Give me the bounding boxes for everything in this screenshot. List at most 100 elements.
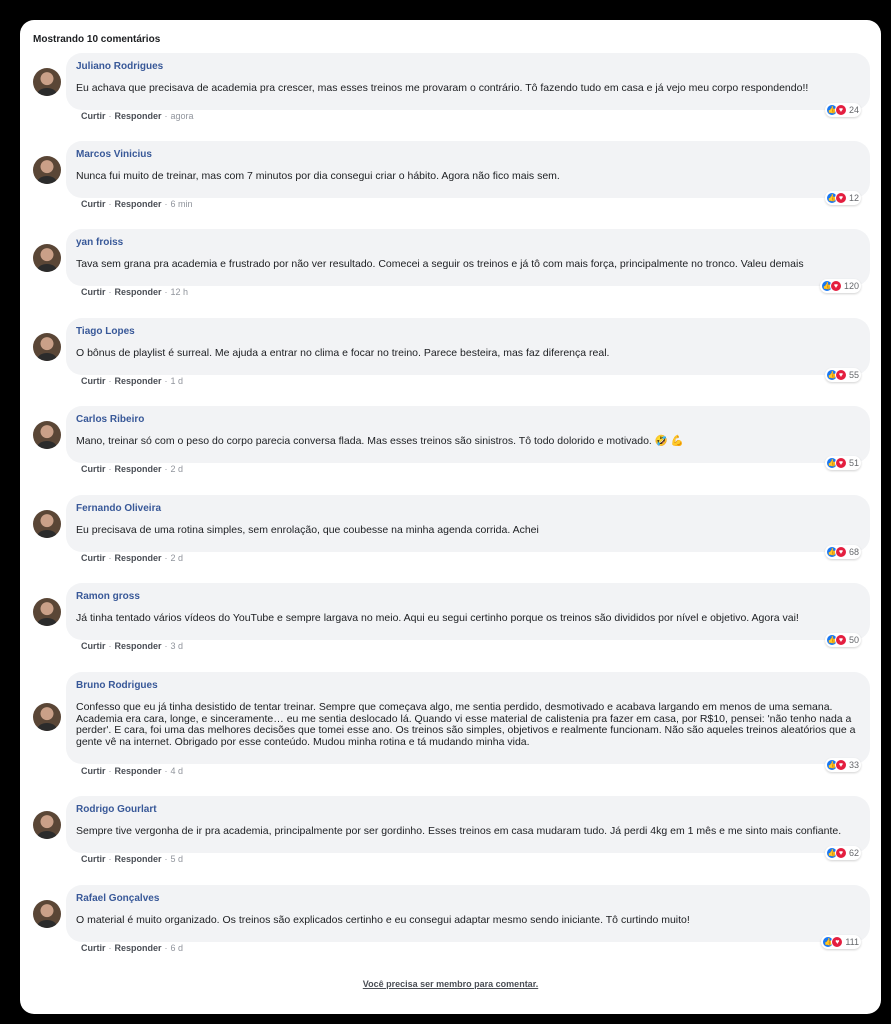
reply-button[interactable]: Responder <box>115 854 162 864</box>
reply-button[interactable]: Responder <box>115 553 162 563</box>
comment-actions: Curtir · Responder · 2 d <box>81 464 183 475</box>
comment-item: Rafael Gonçalves O material é muito orga… <box>20 883 881 972</box>
reactions-summary[interactable]: 👍 ♥ 68 <box>824 545 861 559</box>
avatar[interactable] <box>33 421 61 449</box>
love-icon: ♥ <box>829 280 842 292</box>
comment-author[interactable]: Marcos Vinicius <box>76 149 860 161</box>
comment-timestamp[interactable]: 12 h <box>171 287 189 297</box>
reactions-summary[interactable]: 👍 ♥ 50 <box>824 633 861 647</box>
comment-author[interactable]: Juliano Rodrigues <box>76 61 860 73</box>
reactions-summary[interactable]: 👍 ♥ 120 <box>819 279 861 293</box>
comment-timestamp[interactable]: 6 d <box>171 943 184 953</box>
reply-button[interactable]: Responder <box>115 287 162 297</box>
separator: · <box>164 199 168 209</box>
avatar[interactable] <box>33 333 61 361</box>
reaction-count: 33 <box>848 760 859 770</box>
separator: · <box>108 943 112 953</box>
love-icon: ♥ <box>834 634 847 646</box>
comment-text: Já tinha tentado vários vídeos do YouTub… <box>76 612 799 624</box>
reply-button[interactable]: Responder <box>115 943 162 953</box>
comment-bubble: Bruno Rodrigues Confesso que eu já tinha… <box>66 672 870 764</box>
comment-author[interactable]: Rodrigo Gourlart <box>76 804 860 816</box>
reply-button[interactable]: Responder <box>115 766 162 776</box>
reactions-summary[interactable]: 👍 ♥ 33 <box>824 758 861 772</box>
reply-button[interactable]: Responder <box>115 199 162 209</box>
comment-actions: Curtir · Responder · agora <box>81 111 194 122</box>
like-button[interactable]: Curtir <box>81 641 106 651</box>
reactions-summary[interactable]: 👍 ♥ 24 <box>824 103 861 117</box>
avatar[interactable] <box>33 900 61 928</box>
comment-author[interactable]: Rafael Gonçalves <box>76 893 860 905</box>
love-icon: ♥ <box>834 457 847 469</box>
like-button[interactable]: Curtir <box>81 854 106 864</box>
comment-timestamp[interactable]: 4 d <box>171 766 184 776</box>
reactions-summary[interactable]: 👍 ♥ 62 <box>824 846 861 860</box>
comment-bubble: Carlos Ribeiro Mano, treinar só com o pe… <box>66 406 870 463</box>
comment-timestamp[interactable]: 6 min <box>171 199 193 209</box>
like-button[interactable]: Curtir <box>81 766 106 776</box>
avatar[interactable] <box>33 244 61 272</box>
love-icon: ♥ <box>834 192 847 204</box>
reaction-count: 62 <box>848 848 859 858</box>
comment-author[interactable]: Fernando Oliveira <box>76 503 860 515</box>
separator: · <box>108 641 112 651</box>
like-button[interactable]: Curtir <box>81 199 106 209</box>
comment-timestamp[interactable]: 3 d <box>171 641 184 651</box>
avatar[interactable] <box>33 703 61 731</box>
avatar[interactable] <box>33 510 61 538</box>
separator: · <box>164 641 168 651</box>
like-button[interactable]: Curtir <box>81 111 106 121</box>
love-icon: ♥ <box>834 369 847 381</box>
comment-author[interactable]: Bruno Rodrigues <box>76 680 860 692</box>
separator: · <box>108 464 112 474</box>
separator: · <box>164 766 168 776</box>
like-button[interactable]: Curtir <box>81 287 106 297</box>
like-button[interactable]: Curtir <box>81 376 106 386</box>
comment-text: Nunca fui muito de treinar, mas com 7 mi… <box>76 170 560 182</box>
comment-bubble: Tiago Lopes O bônus de playlist é surrea… <box>66 318 870 375</box>
comment-bubble: Ramon gross Já tinha tentado vários víde… <box>66 583 870 640</box>
reply-button[interactable]: Responder <box>115 376 162 386</box>
love-icon: ♥ <box>834 104 847 116</box>
reactions-summary[interactable]: 👍 ♥ 51 <box>824 456 861 470</box>
avatar[interactable] <box>33 811 61 839</box>
reaction-count: 51 <box>848 458 859 468</box>
comment-bubble: Marcos Vinicius Nunca fui muito de trein… <box>66 141 870 198</box>
member-required-link[interactable]: Você precisa ser membro para comentar. <box>20 979 881 989</box>
reaction-count: 12 <box>848 193 859 203</box>
reactions-summary[interactable]: 👍 ♥ 111 <box>821 935 861 949</box>
comment-text: O material é muito organizado. Os treino… <box>76 914 690 926</box>
reactions-summary[interactable]: 👍 ♥ 55 <box>824 368 861 382</box>
like-button[interactable]: Curtir <box>81 464 106 474</box>
love-icon: ♥ <box>834 546 847 558</box>
reaction-count: 111 <box>845 937 859 947</box>
avatar[interactable] <box>33 156 61 184</box>
comment-author[interactable]: Tiago Lopes <box>76 326 860 338</box>
separator: · <box>108 111 112 121</box>
like-button[interactable]: Curtir <box>81 943 106 953</box>
comment-actions: Curtir · Responder · 12 h <box>81 287 188 298</box>
comment-timestamp[interactable]: 1 d <box>171 376 184 386</box>
comment-text: Confesso que eu já tinha desistido de te… <box>76 701 856 748</box>
comment-bubble: Juliano Rodrigues Eu achava que precisav… <box>66 53 870 110</box>
avatar[interactable] <box>33 68 61 96</box>
reply-button[interactable]: Responder <box>115 111 162 121</box>
comment-bubble: yan froiss Tava sem grana pra academia e… <box>66 229 870 286</box>
reactions-summary[interactable]: 👍 ♥ 12 <box>824 191 861 205</box>
comment-timestamp[interactable]: agora <box>171 111 194 121</box>
love-icon: ♥ <box>834 847 847 859</box>
separator: · <box>164 287 168 297</box>
comment-timestamp[interactable]: 5 d <box>171 854 184 864</box>
comment-text: Mano, treinar só com o peso do corpo par… <box>76 435 684 447</box>
comment-author[interactable]: Ramon gross <box>76 591 860 603</box>
like-button[interactable]: Curtir <box>81 553 106 563</box>
comments-count-heading: Mostrando 10 comentários <box>33 34 161 45</box>
avatar[interactable] <box>33 598 61 626</box>
reply-button[interactable]: Responder <box>115 641 162 651</box>
reply-button[interactable]: Responder <box>115 464 162 474</box>
comment-author[interactable]: yan froiss <box>76 237 860 249</box>
comment-timestamp[interactable]: 2 d <box>171 553 184 563</box>
comment-timestamp[interactable]: 2 d <box>171 464 184 474</box>
separator: · <box>108 287 112 297</box>
comment-author[interactable]: Carlos Ribeiro <box>76 414 860 426</box>
